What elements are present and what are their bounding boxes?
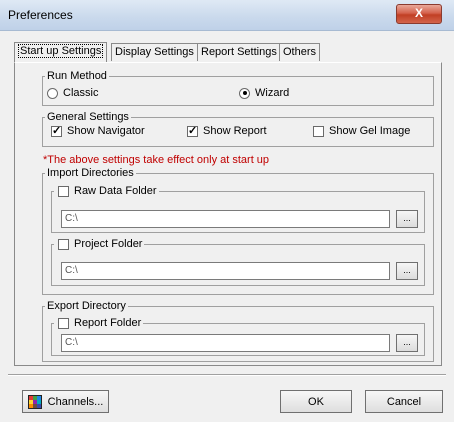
- show-report-checkbox[interactable]: Show Report: [187, 124, 267, 137]
- radio-wizard-label: Wizard: [255, 87, 290, 99]
- window-title: Preferences: [8, 8, 73, 22]
- show-gel-image-label: Show Gel Image: [329, 125, 411, 137]
- report-folder-legend: Report Folder: [54, 317, 143, 329]
- show-gel-image-checkbox[interactable]: Show Gel Image: [313, 125, 410, 137]
- radio-circle[interactable]: [47, 87, 58, 99]
- report-folder-label: Report Folder: [74, 317, 142, 329]
- tab-report-settings[interactable]: Report Settings: [197, 43, 281, 61]
- project-folder-label: Project Folder: [74, 238, 143, 250]
- report-folder-checkbox[interactable]: [58, 317, 69, 329]
- checkbox-box[interactable]: [187, 124, 198, 137]
- channels-icon: [27, 394, 42, 409]
- radio-circle[interactable]: [239, 87, 250, 99]
- export-directory-legend: Export Directory: [47, 300, 126, 312]
- tab-others[interactable]: Others: [279, 43, 321, 61]
- tab-label: Report Settings: [201, 46, 277, 58]
- project-folder-browse-button[interactable]: ...: [396, 262, 418, 280]
- cancel-button-label: Cancel: [386, 395, 422, 408]
- close-button[interactable]: X: [396, 4, 442, 24]
- startup-note: *The above settings take effect only at …: [43, 154, 270, 166]
- channels-button[interactable]: Channels...: [22, 390, 109, 413]
- checkbox-box[interactable]: [313, 125, 324, 137]
- ok-button-label: OK: [308, 395, 324, 408]
- radio-classic-label: Classic: [63, 87, 99, 99]
- preferences-window: Preferences X Start up Settings Display …: [0, 0, 454, 422]
- ok-button[interactable]: OK: [280, 390, 352, 413]
- tab-display-settings[interactable]: Display Settings: [111, 43, 198, 61]
- show-report-label: Show Report: [203, 125, 267, 137]
- raw-data-folder-path-input[interactable]: C:\: [61, 210, 390, 228]
- raw-data-folder-checkbox[interactable]: [58, 185, 69, 197]
- raw-data-folder-legend: Raw Data Folder: [54, 185, 159, 197]
- general-settings-legend: General Settings: [47, 111, 129, 123]
- run-method-group: Run Method: [42, 70, 434, 106]
- radio-wizard[interactable]: Wizard: [239, 87, 289, 99]
- raw-data-folder-label: Raw Data Folder: [74, 185, 157, 197]
- tab-label: Display Settings: [115, 46, 194, 58]
- project-folder-legend: Project Folder: [54, 238, 144, 250]
- tab-label: Others: [283, 46, 317, 58]
- report-folder-path-input[interactable]: C:\: [61, 334, 390, 352]
- run-method-legend: Run Method: [47, 70, 107, 82]
- cancel-button[interactable]: Cancel: [365, 390, 443, 413]
- project-folder-path-input[interactable]: C:\: [61, 262, 390, 280]
- radio-classic[interactable]: Classic: [47, 87, 98, 99]
- raw-data-folder-browse-button[interactable]: ...: [396, 210, 418, 228]
- project-folder-checkbox[interactable]: [58, 238, 69, 250]
- show-navigator-checkbox[interactable]: Show Navigator: [51, 124, 145, 137]
- checkbox-box[interactable]: [51, 124, 62, 137]
- tab-start-up-settings[interactable]: Start up Settings: [14, 42, 108, 62]
- import-directories-legend: Import Directories: [47, 167, 134, 179]
- report-folder-browse-button[interactable]: ...: [396, 334, 418, 352]
- tab-label: Start up Settings: [18, 44, 104, 58]
- footer-separator: [8, 374, 446, 376]
- close-icon: X: [414, 6, 423, 20]
- title-bar[interactable]: Preferences X: [0, 0, 454, 31]
- channel-color-swatch: [36, 403, 41, 408]
- channels-button-label: Channels...: [47, 395, 104, 408]
- show-navigator-label: Show Navigator: [67, 125, 145, 137]
